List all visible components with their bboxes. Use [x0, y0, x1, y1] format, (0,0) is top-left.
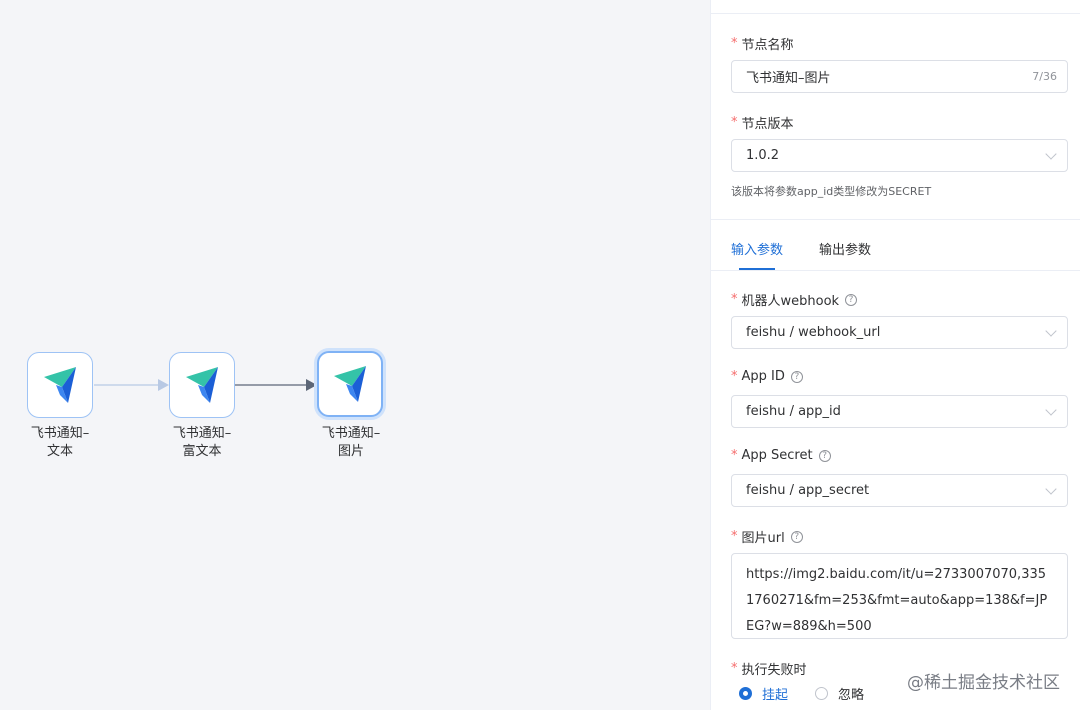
node-label-text: 飞书通知– 文本 — [30, 426, 90, 459]
chevron-down-icon — [1045, 148, 1057, 160]
node-properties-panel: * 节点名称 飞书通知–图片 7/36 * 节点版本 1.0.2 该版本将参数a… — [710, 0, 1080, 710]
radio-suspend[interactable]: 挂起 — [739, 684, 788, 703]
chevron-down-icon — [1045, 483, 1057, 495]
edge-2-3-arrow — [306, 379, 317, 391]
workflow-node-image[interactable] — [317, 351, 383, 417]
required-mark: * — [731, 292, 738, 307]
node-name-label: * 节点名称 — [731, 36, 794, 53]
help-circle-icon[interactable]: ? — [790, 530, 803, 543]
node-version-label: * 节点版本 — [731, 115, 794, 132]
required-mark: * — [731, 448, 738, 463]
webhook-label: * 机器人webhook ? — [731, 290, 858, 309]
help-circle-icon[interactable]: ? — [845, 293, 858, 306]
required-mark: * — [731, 36, 738, 51]
image-url-textarea[interactable]: https://img2.baidu.com/it/u=2733007070,3… — [731, 553, 1068, 639]
radio-ignore[interactable]: 忽略 — [815, 684, 864, 703]
required-mark: * — [731, 115, 738, 130]
tab-input-params[interactable]: 输入参数 — [731, 239, 783, 258]
watermark: @稀土掘金技术社区 — [907, 673, 1060, 693]
required-mark: * — [731, 529, 738, 544]
app-secret-select[interactable]: feishu / app_secret — [731, 474, 1068, 507]
tab-output-params[interactable]: 输出参数 — [819, 239, 871, 258]
radio-unchecked-icon — [815, 687, 828, 700]
workflow-canvas[interactable]: 飞书通知– 文本 飞书通知– 富文本 飞书通知– 图片 — [0, 0, 710, 710]
feishu-paper-plane-icon — [334, 366, 366, 402]
section-divider — [711, 219, 1080, 220]
node-label-image: 飞书通知– 图片 — [321, 426, 381, 459]
app-secret-label: * App Secret ? — [731, 448, 831, 463]
edge-1-2-arrow — [158, 379, 169, 391]
help-circle-icon[interactable]: ? — [790, 370, 803, 383]
workflow-node-text[interactable] — [27, 352, 93, 418]
panel-header-divider — [711, 0, 1080, 14]
node-version-select[interactable]: 1.0.2 — [731, 139, 1068, 172]
image-url-label: * 图片url ? — [731, 527, 803, 546]
required-mark: * — [731, 369, 738, 384]
node-label-richtext: 飞书通知– 富文本 — [172, 426, 232, 459]
webhook-select[interactable]: feishu / webhook_url — [731, 316, 1068, 349]
app-id-label: * App ID ? — [731, 369, 803, 384]
chevron-down-icon — [1045, 404, 1057, 416]
radio-checked-icon — [739, 687, 752, 700]
app-id-select[interactable]: feishu / app_id — [731, 395, 1068, 428]
feishu-paper-plane-icon — [44, 367, 76, 403]
char-count: 7/36 — [1032, 70, 1057, 83]
chevron-down-icon — [1045, 325, 1057, 337]
version-hint: 该版本将参数app_id类型修改为SECRET — [731, 185, 932, 198]
node-name-input[interactable]: 飞书通知–图片 7/36 — [731, 60, 1068, 93]
on-failure-label: * 执行失败时 — [731, 661, 807, 678]
tabs-divider — [711, 270, 1080, 271]
feishu-paper-plane-icon — [186, 367, 218, 403]
help-circle-icon[interactable]: ? — [818, 449, 831, 462]
required-mark: * — [731, 661, 738, 676]
workflow-node-richtext[interactable] — [169, 352, 235, 418]
